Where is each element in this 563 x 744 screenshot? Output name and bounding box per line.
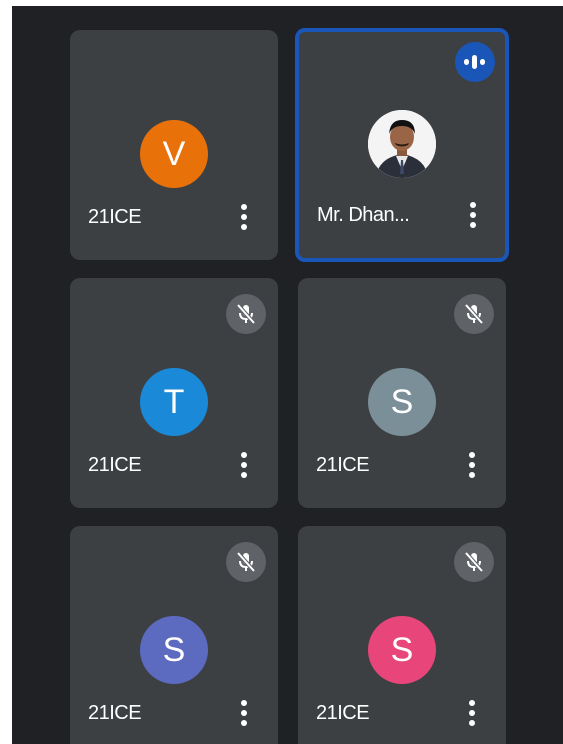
participant-avatar: S bbox=[368, 368, 436, 436]
participant-tile[interactable]: T 21ICE bbox=[70, 278, 278, 508]
participant-tile[interactable]: V 21ICE bbox=[70, 30, 278, 260]
mic-off-icon bbox=[226, 542, 266, 582]
mic-off-icon bbox=[226, 294, 266, 334]
participant-photo bbox=[368, 110, 436, 178]
participant-name: 21ICE bbox=[316, 702, 370, 724]
participant-name: 21ICE bbox=[88, 454, 142, 476]
participant-tile[interactable]: S 21ICE bbox=[70, 526, 278, 744]
participant-name: 21ICE bbox=[88, 206, 142, 228]
participant-tile[interactable]: S 21ICE bbox=[298, 526, 506, 744]
participant-avatar: S bbox=[368, 616, 436, 684]
audio-level-icon bbox=[455, 42, 495, 82]
participant-grid: V 21ICE Mr. Dhan... T 21ICE S 21ICE S 21… bbox=[12, 6, 563, 744]
more-vert-icon[interactable] bbox=[469, 202, 477, 232]
participant-avatar: V bbox=[140, 120, 208, 188]
participant-name: 21ICE bbox=[88, 702, 142, 724]
participant-tile-active-speaker[interactable]: Mr. Dhan... bbox=[295, 28, 509, 262]
participant-name: 21ICE bbox=[316, 454, 370, 476]
participant-name: Mr. Dhan... bbox=[317, 204, 410, 226]
mic-off-icon bbox=[454, 542, 494, 582]
more-vert-icon[interactable] bbox=[240, 204, 248, 234]
more-vert-icon[interactable] bbox=[468, 700, 476, 730]
participant-tile[interactable]: S 21ICE bbox=[298, 278, 506, 508]
more-vert-icon[interactable] bbox=[240, 452, 248, 482]
participant-avatar: S bbox=[140, 616, 208, 684]
more-vert-icon[interactable] bbox=[240, 700, 248, 730]
mic-off-icon bbox=[454, 294, 494, 334]
more-vert-icon[interactable] bbox=[468, 452, 476, 482]
participant-avatar: T bbox=[140, 368, 208, 436]
